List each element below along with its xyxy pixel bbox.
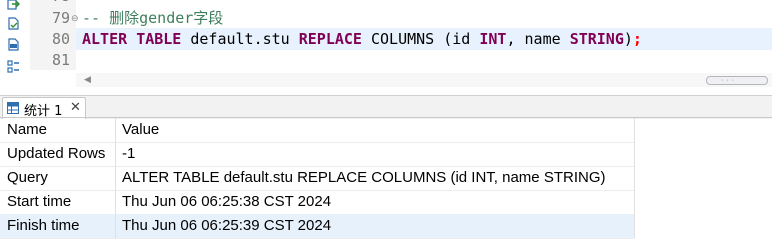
line-number: 81 bbox=[51, 51, 70, 69]
scroll-left-icon[interactable]: ◀ bbox=[84, 74, 91, 85]
close-paren: ) bbox=[623, 30, 633, 48]
outline-icon[interactable] bbox=[7, 60, 20, 73]
table-grid-icon bbox=[7, 102, 19, 114]
column-header-name[interactable]: Name bbox=[7, 118, 47, 142]
statement-terminator: ; bbox=[632, 30, 642, 48]
comment-text: 删除 bbox=[109, 9, 140, 27]
column-header-value[interactable]: Value bbox=[122, 118, 159, 142]
code-line-79[interactable]: -- 删除gender字段 bbox=[82, 7, 223, 29]
comment-text: 字段 bbox=[193, 9, 224, 27]
sql-keyword: TABLE bbox=[136, 30, 182, 48]
table-identifier: default.stu bbox=[181, 30, 299, 48]
table-row[interactable]: Updated Rows -1 bbox=[0, 142, 634, 167]
row-value: ALTER TABLE default.stu REPLACE COLUMNS … bbox=[122, 169, 606, 186]
close-icon[interactable]: ✕ bbox=[70, 99, 81, 115]
comment-prefix: -- bbox=[82, 9, 110, 27]
line-number: 79 bbox=[51, 9, 70, 27]
tab-statistics-1[interactable]: 统计 1 ✕ bbox=[2, 97, 86, 119]
table-row[interactable]: Start time Thu Jun 06 06:25:38 CST 2024 bbox=[0, 190, 634, 215]
scrollbar-thumb[interactable]: ··· bbox=[706, 76, 768, 85]
row-name: Query bbox=[7, 169, 48, 186]
editor-side-toolbar bbox=[0, 0, 30, 88]
sql-editor[interactable]: 78 79 ⊖ 80 81 -- 删除gender字段 ALTER TABLE … bbox=[0, 0, 772, 88]
row-name: Start time bbox=[7, 193, 72, 210]
column-identifier: , name bbox=[506, 30, 570, 48]
comment-text: gender bbox=[139, 9, 194, 27]
table-row[interactable]: Query ALTER TABLE default.stu REPLACE CO… bbox=[0, 166, 634, 191]
open-file-icon[interactable] bbox=[7, 17, 20, 30]
export-icon[interactable] bbox=[7, 0, 20, 10]
line-number: 80 bbox=[51, 30, 70, 48]
column-divider[interactable] bbox=[115, 118, 116, 238]
code-line-80-current[interactable]: ALTER TABLE default.stu REPLACE COLUMNS … bbox=[76, 28, 772, 50]
line-number-gutter: 78 79 ⊖ 80 81 bbox=[30, 0, 79, 70]
grip-icon: ··· bbox=[721, 77, 737, 84]
xml-file-icon[interactable] bbox=[7, 38, 20, 51]
sql-type: STRING bbox=[569, 30, 624, 48]
sql-keyword: ALTER bbox=[82, 30, 128, 48]
line-number: 78 bbox=[30, 0, 70, 7]
row-value: -1 bbox=[122, 145, 136, 162]
row-value: Thu Jun 06 06:25:39 CST 2024 bbox=[122, 217, 332, 234]
table-right-border bbox=[634, 118, 635, 238]
table-header-row: Name Value bbox=[0, 118, 634, 143]
row-name: Updated Rows bbox=[7, 145, 106, 162]
sql-clause: COLUMNS bbox=[361, 30, 444, 48]
sql-keyword: REPLACE bbox=[298, 30, 362, 48]
column-identifier: id bbox=[452, 30, 480, 48]
results-tab-bar: 统计 1 ✕ bbox=[0, 95, 772, 119]
table-row-selected[interactable]: Finish time Thu Jun 06 06:25:39 CST 2024 bbox=[0, 214, 634, 239]
fold-toggle-icon[interactable]: ⊖ bbox=[71, 14, 79, 24]
open-paren: ( bbox=[443, 30, 453, 48]
horizontal-scrollbar[interactable]: ◀ ··· bbox=[76, 73, 772, 87]
row-value: Thu Jun 06 06:25:38 CST 2024 bbox=[122, 193, 332, 210]
row-name: Finish time bbox=[7, 217, 80, 234]
sql-type: INT bbox=[479, 30, 507, 48]
